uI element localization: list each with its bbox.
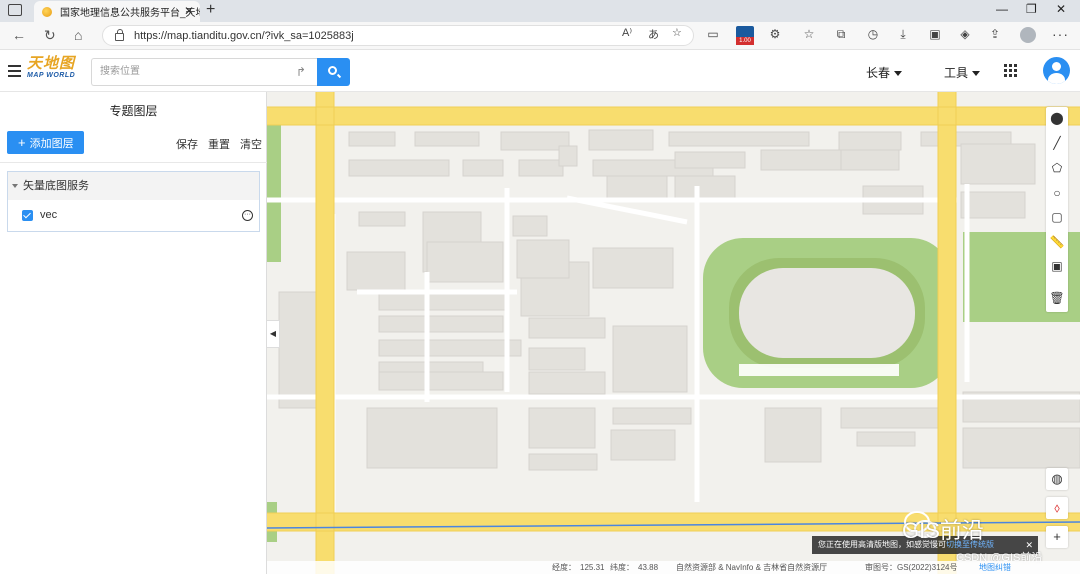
layer-checkbox[interactable] bbox=[22, 210, 33, 221]
layer-name: vec bbox=[40, 209, 58, 221]
favorites-icon[interactable]: ☆ bbox=[802, 27, 816, 41]
download-icon[interactable]: ⤓ bbox=[896, 27, 910, 41]
url-text: https://map.tianditu.gov.cn/?ivk_sa=1025… bbox=[134, 29, 354, 42]
trash-icon[interactable]: 🗑 bbox=[1049, 290, 1065, 306]
line-icon[interactable]: ╱ bbox=[1049, 135, 1065, 151]
restore-button[interactable]: ❐ bbox=[1026, 2, 1037, 16]
logo-cn: 天地图 bbox=[27, 54, 76, 72]
more-menu-icon[interactable]: ··· bbox=[1052, 26, 1069, 42]
apps-grid-icon[interactable] bbox=[1004, 64, 1017, 77]
map-correction-link[interactable]: 地图纠错 bbox=[979, 561, 1011, 574]
clear-button[interactable]: 清空 bbox=[240, 136, 262, 152]
more-options-icon[interactable]: ··· bbox=[242, 210, 253, 221]
browser-tab-bar: 国家地理信息公共服务平台_天地 ✕ + — ❐ ✕ bbox=[0, 0, 1080, 22]
circle-icon[interactable]: ○ bbox=[1049, 185, 1065, 201]
area-measure-icon[interactable]: ▣ bbox=[1049, 258, 1065, 274]
add-layer-label: 添加图层 bbox=[29, 138, 74, 150]
lat-value: 43.88 bbox=[638, 563, 659, 572]
share-icon[interactable]: ⇪ bbox=[988, 27, 1002, 41]
back-arrow-icon[interactable]: ← bbox=[12, 27, 26, 43]
search-button[interactable] bbox=[317, 58, 350, 86]
logo[interactable]: 天地图 MAP WORLD bbox=[27, 55, 83, 87]
layer-panel: 专题图层 + 添加图层 保存 重置 清空 矢量底图服务 vec ··· bbox=[0, 92, 267, 574]
layer-group: 矢量底图服务 vec ··· bbox=[7, 171, 260, 232]
browser-toolbar: ← ↻ ⌂ https://map.tianditu.gov.cn/?ivk_s… bbox=[0, 22, 1080, 50]
layer-group-header[interactable]: 矢量底图服务 bbox=[8, 172, 259, 200]
divider bbox=[0, 162, 267, 163]
tab-actions-icon[interactable] bbox=[8, 4, 22, 16]
city-label: 长春 bbox=[866, 66, 891, 80]
address-bar[interactable]: https://map.tianditu.gov.cn/?ivk_sa=1025… bbox=[102, 25, 694, 46]
chevron-down-icon bbox=[972, 71, 981, 77]
status-bar: 经度： 125.31 纬度： 43.88 自然资源部 & NavInfo & 吉… bbox=[267, 561, 1080, 574]
watermark: GIS前沿 bbox=[902, 518, 984, 543]
browser-tab[interactable]: 国家地理信息公共服务平台_天地 ✕ bbox=[34, 1, 200, 22]
reading-view-icon[interactable]: ▭ bbox=[706, 27, 720, 41]
lon-label: 经度： bbox=[552, 563, 576, 572]
rectangle-icon[interactable]: ▢ bbox=[1049, 209, 1065, 225]
app-header: 天地图 MAP WORLD 搜索位置 ↱ 长春 工具 bbox=[0, 50, 1080, 92]
review-number: 审图号：GS(2022)3124号 bbox=[865, 563, 958, 572]
security-icon[interactable]: ◈ bbox=[958, 27, 972, 41]
layer-group-name: 矢量底图服务 bbox=[23, 180, 89, 192]
compass-icon[interactable]: ⬨ bbox=[1046, 497, 1068, 519]
user-avatar[interactable] bbox=[1043, 57, 1070, 84]
route-icon[interactable]: ↱ bbox=[296, 65, 306, 79]
attribution: 自然资源部 & NavInfo & 吉林省自然资源厅 bbox=[676, 563, 828, 572]
extension-badge: 1.00 bbox=[736, 37, 754, 45]
tools-label: 工具 bbox=[944, 66, 969, 80]
home-icon[interactable]: ⌂ bbox=[74, 27, 82, 43]
globe-icon[interactable]: ◍ bbox=[1046, 468, 1068, 490]
refresh-icon[interactable]: ↻ bbox=[44, 27, 56, 44]
city-select[interactable]: 长春 bbox=[866, 64, 903, 81]
map-tiles bbox=[267, 92, 1080, 574]
panel-title: 专题图层 bbox=[109, 104, 158, 118]
chevron-down-icon bbox=[894, 71, 903, 77]
tab-close-icon[interactable]: ✕ bbox=[184, 4, 194, 18]
hamburger-menu-icon[interactable] bbox=[8, 65, 21, 77]
tools-menu[interactable]: 工具 bbox=[944, 64, 981, 81]
web-capture-icon[interactable]: ▣ bbox=[928, 27, 942, 41]
new-tab-button[interactable]: + bbox=[206, 1, 215, 19]
marker-icon[interactable]: ⬤ bbox=[1049, 110, 1065, 126]
tab-title: 国家地理信息公共服务平台_天地 bbox=[60, 8, 200, 19]
caret-down-icon bbox=[12, 184, 18, 189]
lock-icon bbox=[115, 28, 124, 41]
read-aloud-icon[interactable]: A⁾ bbox=[622, 26, 632, 39]
profile-avatar[interactable] bbox=[1020, 27, 1036, 43]
lat-label: 纬度： bbox=[610, 563, 634, 572]
puzzle-icon[interactable]: ⚙ bbox=[768, 27, 782, 41]
reset-button[interactable]: 重置 bbox=[208, 136, 230, 152]
ruler-icon[interactable]: 📏 bbox=[1049, 234, 1065, 250]
save-button[interactable]: 保存 bbox=[176, 136, 198, 152]
favorite-star-icon[interactable]: ☆ bbox=[672, 26, 682, 39]
plus-icon: + bbox=[18, 135, 26, 150]
polygon-icon[interactable]: ⬠ bbox=[1049, 160, 1065, 176]
search-icon bbox=[328, 66, 337, 75]
close-window-button[interactable]: ✕ bbox=[1056, 2, 1066, 16]
map-canvas[interactable]: ◀ ⬤ ╱ ⬠ ○ ▢ 📏 ▣ 🗑 ◍ ⬨ + 您正在使用高清版地图，如感觉慢可… bbox=[267, 92, 1080, 574]
translate-icon[interactable]: あ bbox=[648, 26, 659, 42]
draw-toolbar: ⬤ ╱ ⬠ ○ ▢ 📏 ▣ 🗑 bbox=[1046, 107, 1068, 312]
logo-en: MAP WORLD bbox=[27, 72, 76, 79]
favicon-icon bbox=[42, 6, 52, 17]
lon-value: 125.31 bbox=[580, 563, 605, 572]
history-icon[interactable]: ◷ bbox=[866, 27, 880, 41]
layer-item: vec ··· bbox=[8, 200, 259, 231]
minimize-button[interactable]: — bbox=[996, 2, 1008, 16]
search-input[interactable]: 搜索位置 bbox=[91, 58, 317, 86]
add-layer-button[interactable]: + 添加图层 bbox=[7, 131, 84, 154]
collections-icon[interactable]: ⧉ bbox=[834, 27, 848, 41]
zoom-in-button[interactable]: + bbox=[1046, 526, 1068, 548]
collapse-panel-button[interactable]: ◀ bbox=[267, 320, 280, 348]
